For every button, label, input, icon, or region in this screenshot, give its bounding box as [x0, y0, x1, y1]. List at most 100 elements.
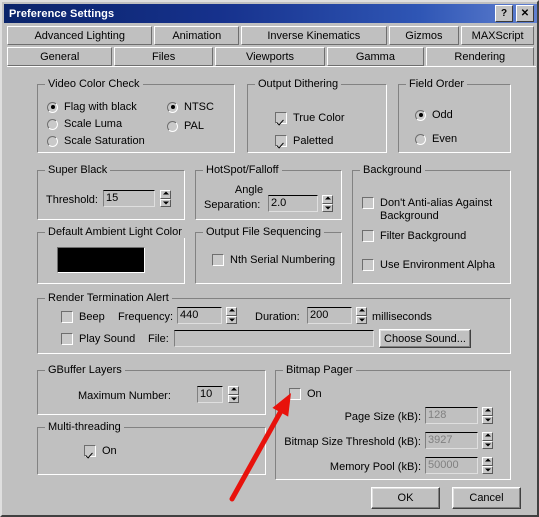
tab-gamma[interactable]: Gamma	[327, 47, 424, 66]
radio-label: Even	[432, 133, 458, 145]
tab-animation[interactable]: Animation	[154, 26, 240, 45]
checkbox-paletted[interactable]: Paletted	[275, 135, 333, 147]
memory-pool-spinner[interactable]	[482, 457, 493, 474]
cancel-button[interactable]: Cancel	[452, 487, 521, 509]
output-file-sequencing-legend: Output File Sequencing	[203, 226, 324, 238]
checkbox-dont-antialias-against-background[interactable]: Don't Anti-alias Against Background	[362, 197, 507, 223]
help-icon[interactable]: ?	[495, 5, 513, 22]
memory-pool-input[interactable]: 50000	[425, 457, 478, 474]
radio-scale-luma[interactable]: Scale Luma	[47, 118, 122, 130]
page-size-spinner[interactable]	[482, 407, 493, 424]
maximum-number-label: Maximum Number:	[78, 390, 171, 402]
tab-maxscript[interactable]: MAXScript	[461, 26, 534, 45]
radio-dot-icon	[167, 120, 178, 132]
radio-even[interactable]: Even	[415, 133, 457, 145]
frequency-input[interactable]: 440	[177, 307, 222, 324]
checkbox-use-environment-alpha[interactable]: Use Environment Alpha	[362, 259, 495, 271]
checkbox-play-sound[interactable]: Play Sound	[61, 333, 135, 345]
threshold-input[interactable]: 15	[103, 190, 155, 207]
checkbox-label: Paletted	[293, 135, 334, 147]
spinner-up-icon[interactable]	[228, 386, 239, 395]
duration-input[interactable]: 200	[307, 307, 352, 324]
separation-label: Separation:	[204, 199, 261, 211]
checkbox-true-color[interactable]: True Color	[275, 112, 345, 124]
spinner-down-icon[interactable]	[322, 203, 333, 212]
ambient-color-swatch[interactable]	[57, 247, 145, 273]
title-bar[interactable]: Preference Settings ? ✕	[4, 4, 537, 23]
checkbox-label: Beep	[79, 311, 105, 323]
radio-dot-icon	[415, 133, 426, 145]
spinner-down-icon[interactable]	[482, 440, 493, 449]
spinner-down-icon[interactable]	[228, 394, 239, 403]
duration-label: Duration:	[255, 311, 300, 323]
threshold-spinner[interactable]	[160, 190, 171, 207]
close-icon[interactable]: ✕	[516, 5, 534, 22]
duration-spinner[interactable]	[356, 307, 367, 324]
tab-files[interactable]: Files	[114, 47, 213, 66]
checkbox-icon	[275, 135, 287, 147]
spinner-down-icon[interactable]	[226, 315, 237, 324]
frequency-label: Frequency:	[118, 311, 174, 323]
radio-label: NTSC	[184, 101, 214, 113]
sound-file-input[interactable]	[174, 330, 374, 347]
spinner-down-icon[interactable]	[160, 198, 171, 207]
spinner-down-icon[interactable]	[482, 415, 493, 424]
spinner-up-icon[interactable]	[226, 307, 237, 316]
maximum-number-input[interactable]: 10	[197, 386, 223, 403]
spinner-up-icon[interactable]	[482, 432, 493, 441]
video-color-check-legend: Video Color Check	[45, 78, 143, 90]
checkbox-icon	[212, 254, 224, 266]
spinner-up-icon[interactable]	[322, 195, 333, 204]
radio-dot-icon	[415, 109, 426, 121]
checkbox-beep[interactable]: Beep	[61, 311, 105, 323]
checkbox-bitmap-pager-on[interactable]: On	[289, 388, 322, 400]
angle-separation-input[interactable]: 2.0	[268, 195, 318, 212]
checkbox-filter-background[interactable]: Filter Background	[362, 230, 466, 242]
radio-scale-saturation[interactable]: Scale Saturation	[47, 135, 145, 147]
checkbox-label: Don't Anti-alias Against Background	[380, 197, 493, 222]
radio-ntsc[interactable]: NTSC	[167, 101, 214, 113]
tab-row-bottom: General Files Viewports Gamma Rendering	[7, 47, 536, 66]
radio-odd[interactable]: Odd	[415, 109, 453, 121]
checkbox-icon	[61, 311, 73, 323]
maximum-number-spinner[interactable]	[228, 386, 239, 403]
spinner-up-icon[interactable]	[160, 190, 171, 199]
tab-advanced-lighting[interactable]: Advanced Lighting	[7, 26, 153, 45]
output-dithering-legend: Output Dithering	[255, 78, 342, 90]
tab-rendering[interactable]: Rendering	[425, 47, 534, 66]
multi-threading-legend: Multi-threading	[45, 421, 124, 433]
page-size-label: Page Size (kB):	[344, 411, 421, 423]
default-ambient-light-color-legend: Default Ambient Light Color	[45, 226, 185, 238]
radio-dot-icon	[47, 118, 58, 130]
checkbox-label: Use Environment Alpha	[380, 259, 495, 271]
tab-general[interactable]: General	[7, 47, 113, 66]
tab-gizmos[interactable]: Gizmos	[388, 26, 460, 45]
radio-label: Scale Luma	[64, 118, 123, 130]
bitmap-size-threshold-spinner[interactable]	[482, 432, 493, 449]
checkbox-icon	[362, 259, 374, 271]
checkbox-icon	[362, 197, 374, 209]
frequency-spinner[interactable]	[226, 307, 237, 324]
checkbox-multi-threading-on[interactable]: On	[84, 445, 117, 457]
checkbox-label: True Color	[293, 112, 345, 124]
gbuffer-layers-legend: GBuffer Layers	[45, 364, 125, 376]
bitmap-size-threshold-label: Bitmap Size Threshold (kB):	[284, 436, 421, 448]
spinner-up-icon[interactable]	[482, 457, 493, 466]
spinner-down-icon[interactable]	[356, 315, 367, 324]
radio-label: Scale Saturation	[64, 135, 145, 147]
angle-separation-spinner[interactable]	[322, 195, 333, 212]
checkbox-icon	[84, 445, 96, 457]
checkbox-nth-serial-numbering[interactable]: Nth Serial Numbering	[212, 254, 335, 266]
spinner-up-icon[interactable]	[482, 407, 493, 416]
bitmap-size-threshold-input[interactable]: 3927	[425, 432, 478, 449]
tab-viewports[interactable]: Viewports	[214, 47, 326, 66]
page-size-input[interactable]: 128	[425, 407, 478, 424]
radio-pal[interactable]: PAL	[167, 120, 204, 132]
spinner-up-icon[interactable]	[356, 307, 367, 316]
checkbox-icon	[275, 112, 287, 124]
spinner-down-icon[interactable]	[482, 465, 493, 474]
radio-flag-with-black[interactable]: Flag with black	[47, 101, 137, 113]
choose-sound-button[interactable]: Choose Sound...	[379, 329, 471, 348]
tab-inverse-kinematics[interactable]: Inverse Kinematics	[241, 26, 387, 45]
ok-button[interactable]: OK	[371, 487, 440, 509]
